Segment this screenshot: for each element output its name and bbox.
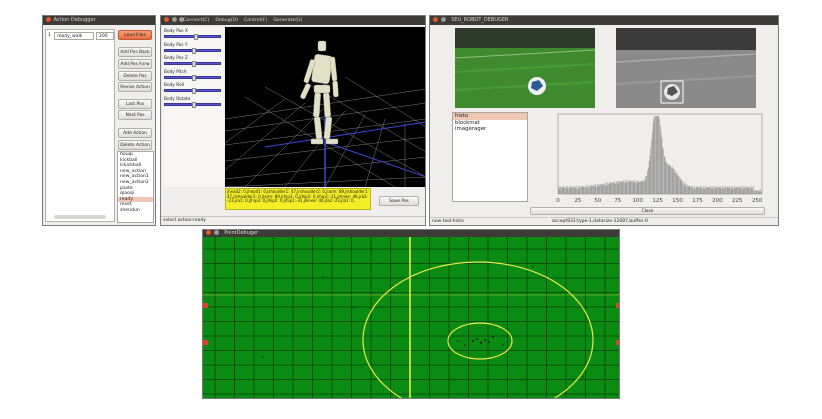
x-tick-label: 225: [732, 198, 743, 204]
x-tick-label: 0: [556, 198, 560, 204]
load-files-button[interactable]: Load Files: [118, 30, 152, 40]
point-debugger-window: PointDebuger: [202, 229, 620, 399]
minimize-icon[interactable]: [213, 230, 219, 235]
robot-viewer-window: Connect(C) Debug(D) Control(F) Generate(G) …: [160, 15, 426, 226]
body-slider[interactable]: [164, 74, 221, 81]
tool-list-item[interactable]: histo: [453, 113, 527, 120]
slider-label: Body Rotate: [164, 96, 191, 102]
joint-values-panel: jhead2: 0,jhead1: 0,jshoulder1: 47,jrsho…: [225, 188, 371, 210]
action-list[interactable]: houqi kickball lckickball new_action new_act…: [117, 151, 154, 223]
status-bar-right: accept931:type-1,datasize-12087,buffsn-0: [550, 217, 778, 225]
x-tick-label: 125: [652, 198, 663, 204]
next-pos-button[interactable]: Next Pos: [118, 110, 152, 120]
menu-item[interactable]: Generate(G): [273, 18, 302, 23]
menu-item[interactable]: Control(F): [244, 18, 267, 23]
x-tick-label: 175: [692, 198, 703, 204]
last-pos-button[interactable]: Last Pos: [118, 99, 152, 109]
action-debugger-window: Action Debugger 1 ready_walk 200 Load Fi…: [42, 15, 156, 226]
minimize-icon[interactable]: [440, 17, 446, 22]
close-icon[interactable]: [164, 17, 169, 22]
tool-list-item[interactable]: imagerager: [453, 126, 527, 133]
action-debugger-titlebar[interactable]: Action Debugger: [43, 16, 155, 25]
slider-handle[interactable]: [191, 61, 196, 67]
action-value-field[interactable]: 200: [96, 32, 114, 40]
body-slider[interactable]: [164, 61, 221, 67]
action-list-item[interactable]: new_action2: [118, 180, 153, 186]
seu-debugger-window: SEU_ROBOT_DEBUGER histo blockmat imagerage…: [429, 15, 779, 226]
x-axis-line: [264, 121, 425, 148]
status-bar-left: now tool:histo: [430, 217, 548, 225]
action-table: 1 ready_walk 200: [45, 29, 115, 222]
seu-debugger-titlebar[interactable]: SEU_ROBOT_DEBUGER: [430, 16, 778, 25]
delete-pos-button[interactable]: Delete Pos: [118, 71, 152, 81]
add-pos-forw-button[interactable]: Add Pos Forw: [118, 59, 152, 69]
slider-panel: Body Pos X Body Pos Y Body Pos Z Body Pitch…: [163, 27, 224, 187]
slider-label: Body Roll: [164, 83, 185, 88]
x-tick-label: 25: [574, 198, 581, 204]
close-button[interactable]: Close: [530, 207, 765, 215]
add-action-button[interactable]: Add Action: [118, 128, 152, 138]
slider-handle[interactable]: [191, 88, 196, 94]
horizontal-scrollbar[interactable]: [54, 215, 106, 219]
histogram-plot: 0 25 50 75 100 125 150 175 200 225 250: [550, 112, 768, 208]
processed-image: [616, 28, 756, 108]
tool-list-item[interactable]: blockmat: [453, 120, 527, 127]
histogram-svg: 0 25 50 75 100 125 150 175 200 225 250: [556, 113, 763, 204]
window-title: Action Debugger: [53, 17, 96, 23]
body-slider[interactable]: [164, 47, 221, 54]
body-slider[interactable]: [164, 34, 221, 40]
x-tick-label: 250: [752, 198, 763, 204]
x-tick-label: 150: [672, 198, 683, 204]
slider-label: Body Pos Z: [164, 56, 188, 61]
status-bar: select action:ready: [161, 216, 425, 224]
body-slider[interactable]: [164, 88, 221, 94]
slider-handle[interactable]: [194, 34, 199, 40]
slider-handle[interactable]: [191, 101, 196, 108]
close-icon[interactable]: [206, 230, 211, 235]
tool-list[interactable]: histo blockmat imagerager: [452, 112, 528, 202]
action-name-field[interactable]: ready_walk: [54, 32, 94, 40]
slider-handle[interactable]: [191, 74, 196, 81]
menu-bar: Connect(C) Debug(D) Control(F) Generate(G): [183, 16, 309, 25]
camera-image: [455, 28, 595, 108]
x-tick-label: 50: [594, 198, 601, 204]
slider-label: Body Pos Y: [164, 42, 188, 48]
window-title: SEU_ROBOT_DEBUGER: [451, 17, 509, 23]
slider-label: Body Pos X: [164, 29, 188, 34]
x-tick-label: 200: [712, 198, 723, 204]
slider-handle[interactable]: [191, 47, 196, 54]
slider-label: Body Pitch: [164, 69, 187, 75]
joint-values-text: jhead2: 0,jhead1: 0,jshoulder1: 47,jrsho…: [227, 189, 369, 204]
robot-3d-view[interactable]: [225, 27, 425, 187]
window-title: PointDebuger: [224, 230, 259, 236]
point-debugger-titlebar[interactable]: PointDebuger: [203, 230, 619, 237]
row-index: 1: [48, 33, 51, 38]
robot-model: [300, 40, 339, 145]
soccer-field-canvas[interactable]: [203, 237, 620, 399]
robot-3d-scene: [225, 40, 425, 187]
menu-item[interactable]: Connect(C): [183, 18, 209, 23]
save-pos-button[interactable]: Save Pos: [379, 196, 419, 206]
body-slider[interactable]: [164, 101, 221, 108]
revise-action-button[interactable]: Revise Action: [118, 82, 152, 92]
close-icon[interactable]: [46, 17, 51, 22]
close-icon[interactable]: [433, 17, 438, 22]
delete-action-button[interactable]: Delete Action: [118, 140, 152, 150]
action-list-item[interactable]: shendun: [118, 208, 153, 214]
menu-item[interactable]: Debug(D): [215, 18, 238, 23]
minimize-icon[interactable]: [171, 17, 177, 22]
x-tick-label: 75: [614, 198, 621, 204]
x-tick-label: 100: [632, 198, 643, 204]
add-pos-back-button[interactable]: Add Pos Back: [118, 47, 152, 57]
